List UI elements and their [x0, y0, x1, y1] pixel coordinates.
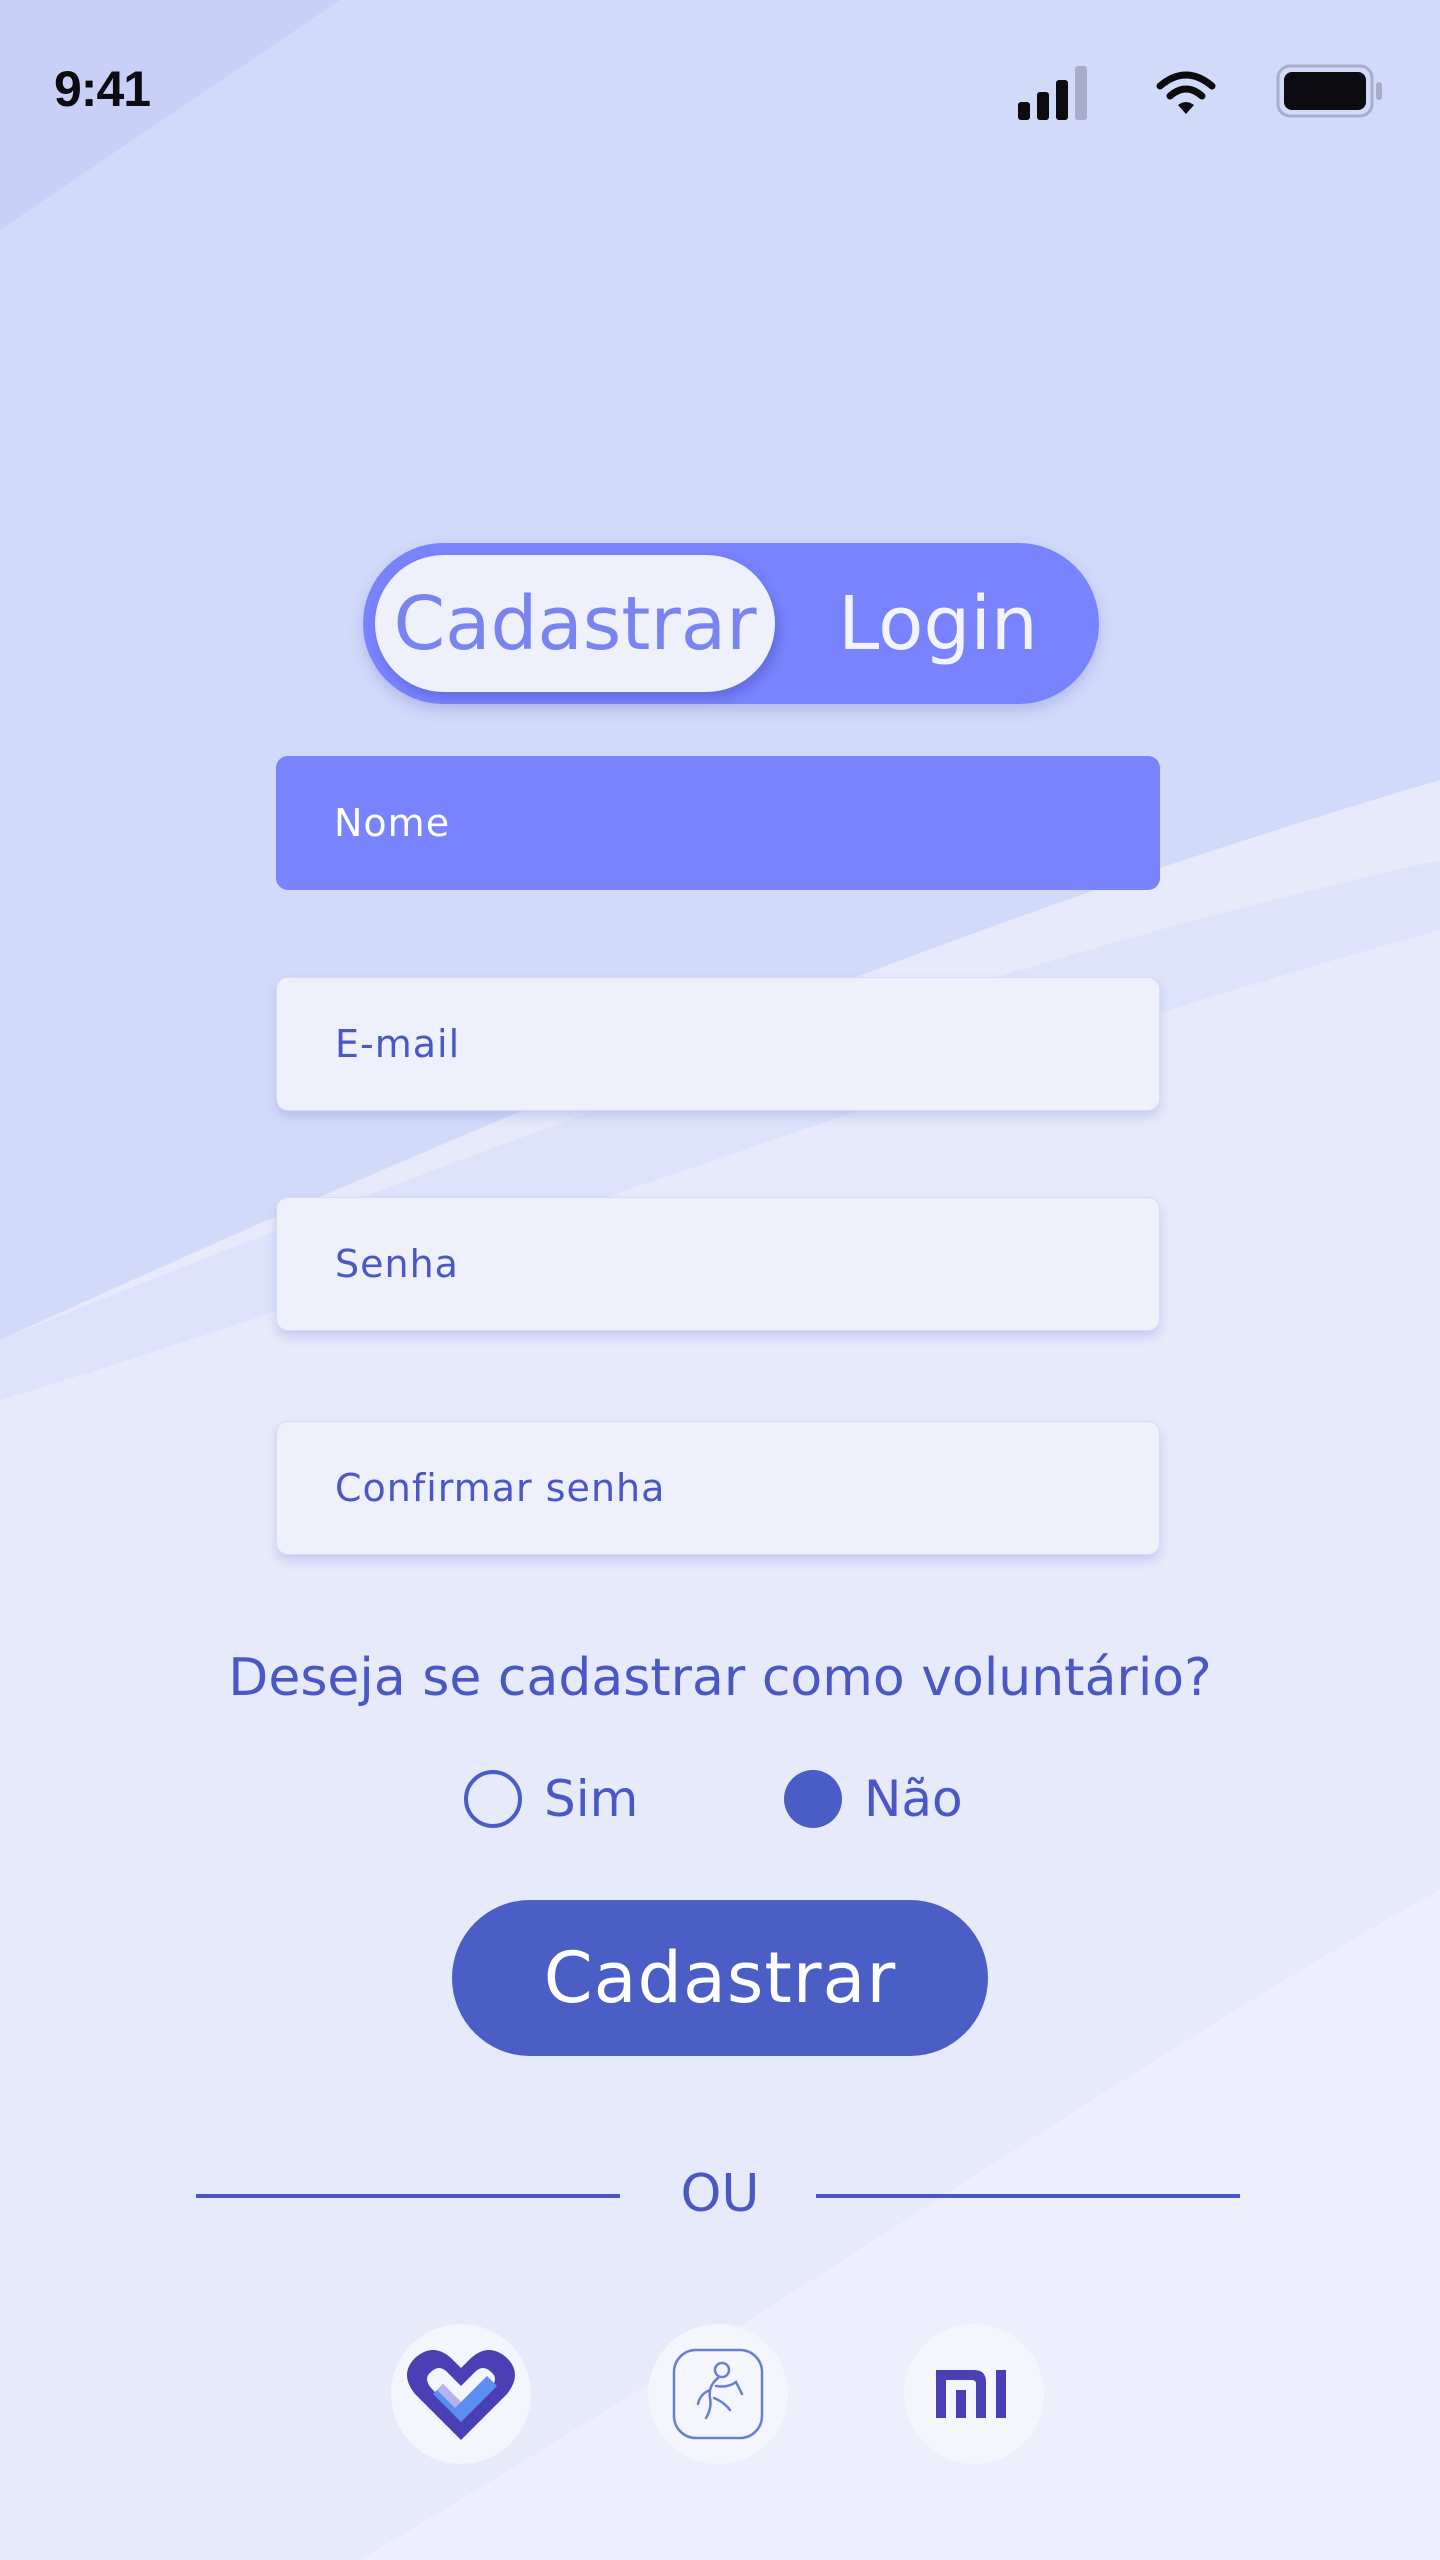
volunteer-question: Deseja se cadastrar como voluntário? — [228, 1648, 1212, 1708]
health-app-icon — [672, 2348, 764, 2440]
signal-icon — [1018, 66, 1087, 120]
name-placeholder: Nome — [334, 801, 451, 845]
radio-circle-unselected[interactable] — [464, 1770, 522, 1828]
google-fit-button[interactable] — [391, 2324, 531, 2464]
password-field[interactable]: Senha — [276, 1197, 1160, 1331]
divider-left — [196, 2194, 620, 2198]
cadastrar-button[interactable]: Cadastrar — [452, 1900, 988, 2056]
radio-nao-label: Não — [864, 1770, 963, 1828]
battery-icon — [1276, 64, 1382, 118]
radio-circle-selected[interactable] — [784, 1770, 842, 1828]
health-app-button[interactable] — [648, 2324, 788, 2464]
wifi-icon — [1156, 71, 1216, 114]
divider-label: OU — [680, 2164, 760, 2224]
divider-right — [816, 2194, 1240, 2198]
radio-sim-label: Sim — [544, 1770, 639, 1828]
tab-cadastrar[interactable]: Cadastrar — [375, 555, 775, 692]
email-field[interactable]: E-mail — [276, 977, 1160, 1111]
tab-login[interactable]: Login — [793, 555, 1083, 692]
name-field[interactable]: Nome — [276, 756, 1160, 890]
confirm-password-placeholder: Confirmar senha — [335, 1466, 666, 1510]
email-placeholder: E-mail — [335, 1022, 461, 1066]
xiaomi-icon — [936, 2370, 1006, 2418]
password-placeholder: Senha — [335, 1242, 459, 1286]
confirm-password-field[interactable]: Confirmar senha — [276, 1421, 1160, 1555]
radio-nao[interactable]: Não — [784, 1764, 963, 1834]
xiaomi-button[interactable] — [904, 2324, 1044, 2464]
status-time: 9:41 — [54, 61, 151, 117]
google-fit-icon — [407, 2350, 515, 2440]
auth-mode-toggle: Cadastrar Login — [363, 543, 1099, 704]
radio-sim[interactable]: Sim — [464, 1764, 638, 1834]
